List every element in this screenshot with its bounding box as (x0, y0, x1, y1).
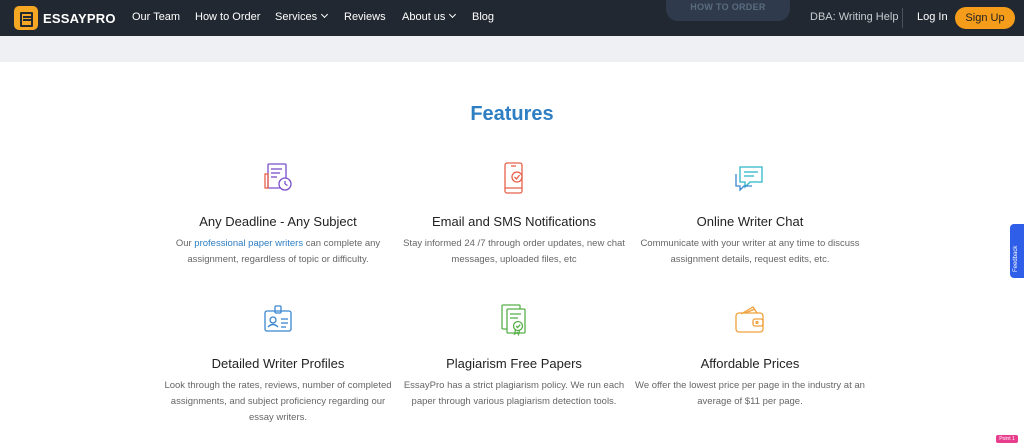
feature-plagiarism-free: Plagiarism Free Papers EssayPro has a st… (396, 302, 632, 407)
nav-our-team[interactable]: Our Team (132, 11, 180, 23)
nav-about-us[interactable]: About us (402, 10, 457, 23)
top-navbar: ESSAYPRO Our Team How to Order Services … (0, 0, 1024, 36)
nav-blog[interactable]: Blog (472, 11, 494, 23)
chevron-down-icon (321, 10, 329, 19)
point-badge[interactable]: Point 1 Me (996, 435, 1018, 445)
feature-description: We offer the lowest price per page in th… (635, 380, 865, 407)
nav-about-us-label: About us (402, 11, 446, 23)
feature-title: Affordable Prices (700, 356, 800, 371)
logo-text: ESSAYPRO (43, 10, 116, 26)
feature-notifications: Email and SMS Notifications Stay informe… (396, 160, 632, 265)
hero-bottom-band (0, 36, 1024, 62)
feature-description-start: Our (175, 238, 195, 249)
wallet-icon (735, 306, 764, 333)
features-heading: Features (470, 103, 554, 125)
nav-services[interactable]: Services (275, 10, 329, 23)
signup-button[interactable]: Sign Up (955, 7, 1015, 29)
document-clock-icon (264, 163, 292, 191)
id-card-icon (264, 305, 292, 332)
feature-writer-chat: Online Writer Chat Communicate with your… (632, 160, 868, 265)
feature-description: Stay informed 24 /7 through order update… (403, 238, 625, 265)
certificate-check-icon (501, 304, 526, 337)
logo-icon (14, 6, 38, 30)
feature-affordable-prices: Affordable Prices We offer the lowest pr… (632, 302, 868, 407)
feedback-tab[interactable]: Feedback (1010, 224, 1024, 278)
nav-reviews[interactable]: Reviews (344, 11, 386, 23)
feature-title: Detailed Writer Profiles (211, 356, 345, 371)
dba-text: DBA: Writing Help (810, 11, 899, 23)
feature-description: Communicate with your writer at any time… (640, 238, 860, 265)
logo[interactable]: ESSAYPRO (14, 6, 116, 30)
login-link[interactable]: Log In (917, 11, 948, 23)
feature-any-deadline: Any Deadline - Any Subject Our professio… (160, 160, 396, 265)
feature-description: EssayPro has a strict plagiarism policy.… (403, 380, 625, 407)
feature-title: Email and SMS Notifications (431, 214, 596, 229)
professional-writers-link[interactable]: professional paper writers (194, 238, 303, 249)
nav-how-to-order[interactable]: How to Order (195, 11, 260, 23)
feature-title: Online Writer Chat (696, 214, 804, 229)
nav-divider (902, 8, 903, 28)
how-to-order-button[interactable]: How to order (666, 0, 790, 21)
chat-bubble-icon (735, 166, 763, 192)
feature-title: Plagiarism Free Papers (446, 356, 582, 371)
nav-services-label: Services (275, 11, 318, 23)
feature-writer-profiles: Detailed Writer Profiles Look through th… (160, 302, 396, 423)
feature-description: Our professional paper writers can compl… (160, 236, 396, 268)
chevron-down-icon (449, 10, 457, 19)
phone-check-icon (504, 162, 523, 194)
feature-description: Look through the rates, reviews, number … (164, 380, 392, 423)
feature-title: Any Deadline - Any Subject (199, 214, 357, 229)
feedback-label: Feedback (1013, 245, 1019, 272)
